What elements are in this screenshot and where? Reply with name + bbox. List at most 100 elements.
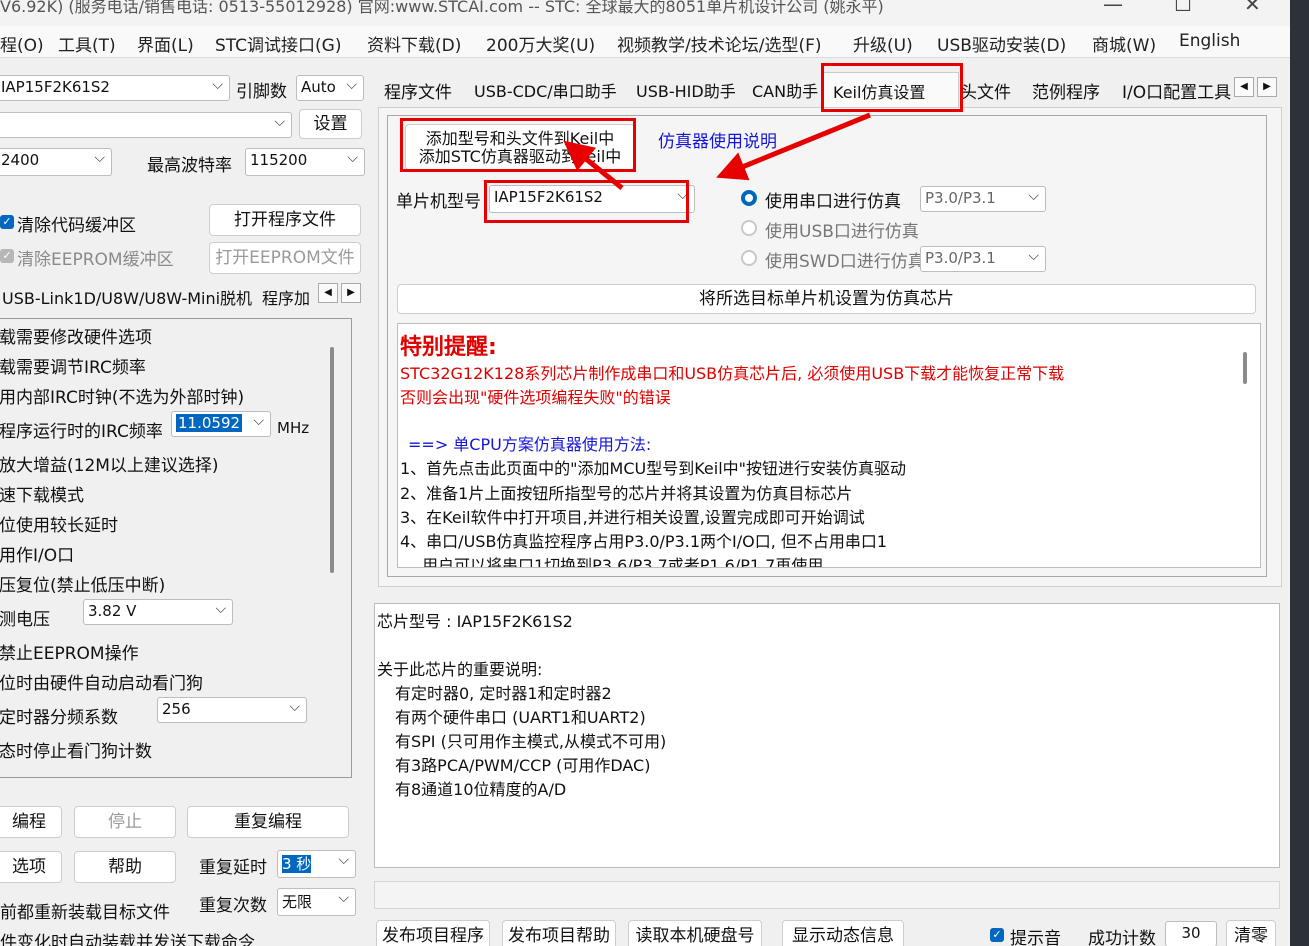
publish-help-button[interactable]: 发布项目帮助 [502, 920, 616, 946]
maximize-icon[interactable]: ☐ [1174, 0, 1192, 16]
menu-item-downloads[interactable]: 资料下载(D) [367, 31, 461, 56]
radio-swd-sim [741, 250, 757, 266]
tab-program-encrypt[interactable]: 程序加 [262, 285, 310, 309]
option-amp-gain[interactable]: 放大增益(12M以上建议选择) [0, 451, 219, 476]
max-baud-select[interactable]: 115200 ⌵ [245, 148, 365, 176]
option-internal-irc[interactable]: 用内部IRC时钟(不选为外部时钟) [0, 383, 244, 408]
notice-title: 特别提醒: [400, 335, 497, 360]
menu-item-program[interactable]: 程(O) [0, 31, 44, 56]
auto-load-label[interactable]: 件变化时自动装载并发送下载命令 [0, 928, 255, 946]
radio-swd-label: 使用SWD口进行仿真 [765, 252, 925, 272]
tab-scroll-right-icon[interactable]: ▶ [1257, 77, 1277, 97]
repeat-count-select[interactable]: 无限 ⌵ [277, 888, 356, 916]
options-button[interactable]: 选项 [0, 851, 62, 883]
menu-item-prize[interactable]: 200万大奖(U) [486, 31, 595, 56]
tab-keil-sim[interactable]: Keil仿真设置 [822, 72, 959, 108]
option-detect-voltage-label: 测电压 [0, 610, 50, 630]
chevron-down-icon: ⌵ [338, 852, 349, 868]
add-to-keil-button[interactable]: 添加型号和头文件到Keil中 添加STC仿真器驱动到Keil中 [405, 124, 635, 170]
radio-usb-label: 使用USB口进行仿真 [765, 222, 919, 242]
set-target-chip-button[interactable]: 将所选目标单片机设置为仿真芯片 [397, 284, 1256, 314]
chip-note-4: 有3路PCA/PWM/CCP (可用作DAC) [395, 756, 651, 775]
minimize-icon[interactable]: — [1103, 0, 1123, 16]
option-lvd-reset[interactable]: 压复位(禁止低压中断) [0, 571, 165, 596]
help-button[interactable]: 帮助 [74, 851, 176, 883]
chevron-down-icon: ⌵ [212, 77, 223, 93]
tab-scroll-right-icon[interactable]: ▶ [341, 283, 361, 303]
read-disk-id-button[interactable]: 读取本机硬盘号 [628, 920, 762, 946]
beep-label: 提示音 [1010, 929, 1061, 946]
menu-item-video-forum[interactable]: 视频教学/技术论坛/选型(F) [617, 31, 822, 56]
menu-item-shop[interactable]: 商城(W) [1092, 31, 1156, 56]
option-modify-hardware[interactable]: 载需要修改硬件选项 [0, 323, 152, 348]
clear-count-button[interactable]: 清零 [1226, 920, 1276, 946]
menu-item-tools[interactable]: 工具(T) [58, 31, 116, 56]
success-count-label: 成功计数 [1088, 929, 1156, 946]
hardware-options-box: 载需要修改硬件选项 载需要调节IRC频率 用内部IRC时钟(不选为外部时钟) 程… [0, 318, 352, 778]
options-scrollbar[interactable] [330, 347, 334, 573]
option-long-delay[interactable]: 位使用较长延时 [0, 511, 118, 536]
serial-port-select[interactable]: P3.0/P3.1 ⌵ [920, 186, 1046, 212]
irc-frequency-select[interactable]: 11.0592 ⌵ [171, 411, 271, 437]
repeat-program-button[interactable]: 重复编程 [187, 806, 349, 838]
menu-item-debug-interface[interactable]: STC调试接口(G) [215, 31, 342, 56]
settings-button[interactable]: 设置 [299, 109, 362, 139]
option-hw-watchdog[interactable]: 位时由硬件自动启动看门狗 [0, 669, 203, 694]
beep-checkbox[interactable]: ✓ [990, 928, 1004, 942]
manual-link[interactable]: 仿真器使用说明 [658, 127, 777, 152]
menu-item-interface[interactable]: 界面(L) [137, 31, 194, 56]
clear-eeprom-label: 清除EEPROM缓冲区 [17, 250, 174, 270]
notice-step-5: 用户可以将串口1切换到P3.6/P3.7或者P1.6/P1.7再使用 [422, 556, 824, 568]
tab-scroll-left-icon[interactable]: ◀ [1234, 77, 1254, 97]
horizontal-scrollbar[interactable] [374, 881, 1280, 909]
tab-header-file[interactable]: 头文件 [960, 72, 1011, 108]
program-button[interactable]: 编程 [0, 806, 62, 838]
tab-io-config[interactable]: I/O口配置工具 [1122, 72, 1234, 108]
menu-item-english[interactable]: English [1179, 31, 1240, 51]
port-select[interactable]: ⌵ [0, 112, 292, 138]
tab-scroll-left-icon[interactable]: ◀ [318, 283, 338, 303]
timer-div-select[interactable]: 256 ⌵ [157, 697, 307, 723]
mcu-type-select[interactable]: IAP15F2K61S2 ⌵ [0, 75, 230, 101]
notice-step-1: 1、首先点击此页面中的"添加MCU型号到Keil中"按钮进行安装仿真驱动 [400, 459, 907, 478]
tab-usb-cdc[interactable]: USB-CDC/串口助手 [474, 72, 617, 108]
menu-item-usb-driver[interactable]: USB驱动安装(D) [937, 31, 1066, 56]
radio-serial-sim[interactable] [741, 190, 757, 206]
clear-code-checkbox[interactable]: ✓ [0, 215, 14, 229]
show-dynamic-info-button[interactable]: 显示动态信息 [782, 920, 904, 946]
chevron-down-icon: ⌵ [253, 413, 264, 429]
option-use-as-io[interactable]: 用作I/O口 [0, 541, 74, 566]
option-disable-eeprom[interactable]: 禁止EEPROM操作 [0, 639, 139, 664]
repeat-delay-select[interactable]: 3 秒 ⌵ [277, 850, 356, 878]
option-adjust-irc[interactable]: 载需要调节IRC频率 [0, 353, 146, 378]
desktop-background-strip [1290, 0, 1309, 946]
max-baud-label: 最高波特率 [147, 156, 232, 176]
max-baud-value: 115200 [250, 151, 308, 169]
option-stop-wdt-idle[interactable]: 态时停止看门狗计数 [0, 737, 152, 762]
notice-scrollbar[interactable] [1243, 352, 1247, 384]
keil-mcu-select[interactable]: IAP15F2K61S2 ⌵ [489, 185, 695, 213]
window-title: V6.92K) (服务电话/销售电话: 0513-55012928) 官网:ww… [0, 0, 884, 16]
open-program-file-button[interactable]: 打开程序文件 [209, 204, 361, 236]
pin-count-select[interactable]: Auto ⌵ [296, 75, 364, 101]
radio-usb-sim [741, 220, 757, 236]
chip-note-1: 有定时器0, 定时器1和定时器2 [395, 684, 612, 703]
repeat-delay-value: 3 秒 [282, 855, 312, 873]
publish-program-button[interactable]: 发布项目程序 [376, 920, 490, 946]
tab-usb-link-offline[interactable]: USB-Link1D/U8W/U8W-Mini脱机 [2, 285, 252, 309]
option-fast-download[interactable]: 速下载模式 [0, 481, 84, 506]
tab-examples[interactable]: 范例程序 [1032, 72, 1100, 108]
title-bar: V6.92K) (服务电话/销售电话: 0513-55012928) 官网:ww… [0, 0, 1290, 26]
close-icon[interactable]: ✕ [1244, 0, 1261, 16]
tab-can[interactable]: CAN助手 [752, 72, 818, 108]
add-driver-label: 添加STC仿真器驱动到Keil中 [418, 147, 622, 166]
voltage-value: 3.82 V [88, 602, 137, 620]
tab-program-file[interactable]: 程序文件 [384, 72, 452, 108]
tab-usb-hid[interactable]: USB-HID助手 [636, 72, 736, 108]
menu-item-upgrade[interactable]: 升级(U) [853, 31, 913, 56]
min-baud-select[interactable]: 2400 ⌵ [0, 148, 112, 176]
voltage-select[interactable]: 3.82 V ⌵ [83, 599, 233, 625]
chevron-down-icon: ⌵ [677, 187, 688, 203]
clear-code-label: 清除代码缓冲区 [17, 216, 136, 236]
reload-target-label[interactable]: 前都重新装载目标文件 [0, 898, 170, 923]
